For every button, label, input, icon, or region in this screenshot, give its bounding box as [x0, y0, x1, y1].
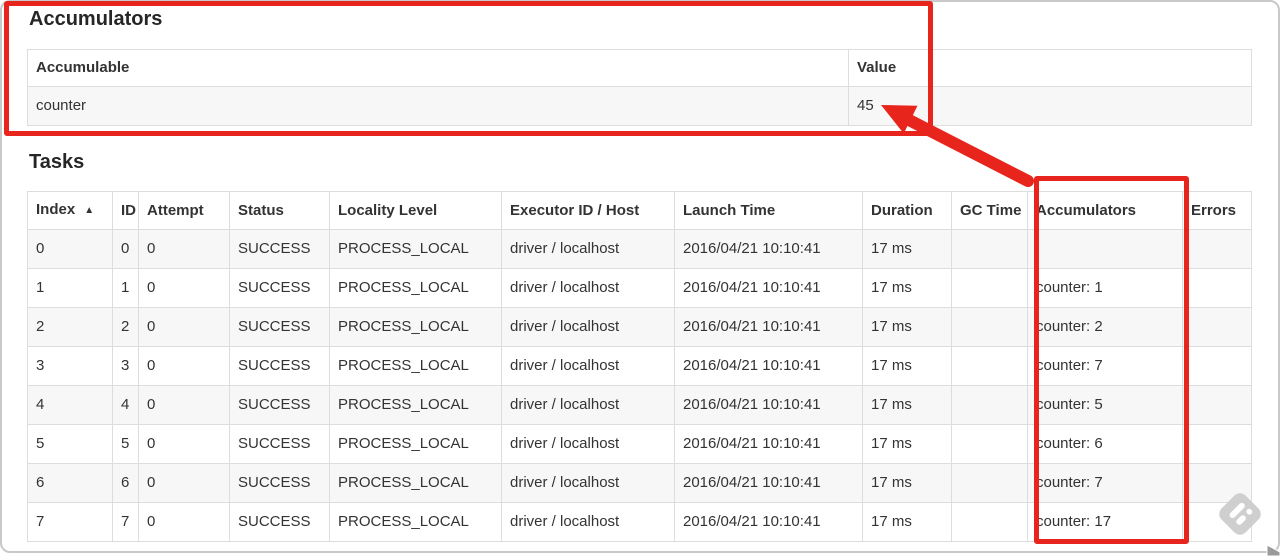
task-attempt-cell: 0	[138, 502, 230, 542]
task-launch-time-cell: 2016/04/21 10:10:41	[674, 502, 863, 542]
task-launch-time-cell: 2016/04/21 10:10:41	[674, 385, 863, 425]
task-duration-cell: 17 ms	[862, 307, 952, 347]
task-duration-cell: 17 ms	[862, 346, 952, 386]
task-launch-time-cell: 2016/04/21 10:10:41	[674, 268, 863, 308]
task-executor-cell: driver / localhost	[501, 424, 675, 464]
task-attempt-cell: 0	[138, 463, 230, 503]
task-attempt-cell: 0	[138, 307, 230, 347]
task-errors-cell	[1182, 346, 1252, 386]
annotation-box-accumulators-column	[1034, 176, 1189, 544]
task-launch-time-cell: 2016/04/21 10:10:41	[674, 229, 863, 269]
task-id-cell: 4	[112, 385, 139, 425]
task-index-cell: 2	[27, 307, 113, 347]
task-duration-cell: 17 ms	[862, 463, 952, 503]
task-gc-time-cell	[951, 502, 1028, 542]
task-id-cell: 5	[112, 424, 139, 464]
task-status-cell: SUCCESS	[229, 268, 330, 308]
locality-level-column-header[interactable]: Locality Level	[329, 191, 502, 230]
task-status-cell: SUCCESS	[229, 502, 330, 542]
task-status-cell: SUCCESS	[229, 463, 330, 503]
task-locality-cell: PROCESS_LOCAL	[329, 307, 502, 347]
index-header-label: Index	[36, 201, 76, 218]
task-executor-cell: driver / localhost	[501, 502, 675, 542]
task-locality-cell: PROCESS_LOCAL	[329, 268, 502, 308]
task-executor-cell: driver / localhost	[501, 307, 675, 347]
task-status-cell: SUCCESS	[229, 229, 330, 269]
task-duration-cell: 17 ms	[862, 268, 952, 308]
task-id-cell: 6	[112, 463, 139, 503]
task-attempt-cell: 0	[138, 385, 230, 425]
sort-ascending-icon: ▲	[84, 205, 95, 216]
tasks-section-title: Tasks	[29, 151, 85, 173]
task-executor-cell: driver / localhost	[501, 346, 675, 386]
task-attempt-cell: 0	[138, 268, 230, 308]
task-launch-time-cell: 2016/04/21 10:10:41	[674, 346, 863, 386]
task-index-cell: 3	[27, 346, 113, 386]
task-executor-cell: driver / localhost	[501, 268, 675, 308]
status-column-header[interactable]: Status	[229, 191, 330, 230]
task-index-cell: 4	[27, 385, 113, 425]
task-gc-time-cell	[951, 346, 1028, 386]
attempt-column-header[interactable]: Attempt	[138, 191, 230, 230]
task-id-cell: 1	[112, 268, 139, 308]
task-status-cell: SUCCESS	[229, 307, 330, 347]
executor-id-host-column-header[interactable]: Executor ID / Host	[501, 191, 675, 230]
task-launch-time-cell: 2016/04/21 10:10:41	[674, 307, 863, 347]
task-status-cell: SUCCESS	[229, 385, 330, 425]
task-index-cell: 7	[27, 502, 113, 542]
task-status-cell: SUCCESS	[229, 424, 330, 464]
task-attempt-cell: 0	[138, 229, 230, 269]
task-gc-time-cell	[951, 463, 1028, 503]
task-locality-cell: PROCESS_LOCAL	[329, 463, 502, 503]
task-index-cell: 6	[27, 463, 113, 503]
task-errors-cell	[1182, 385, 1252, 425]
task-duration-cell: 17 ms	[862, 385, 952, 425]
task-id-cell: 3	[112, 346, 139, 386]
index-column-header[interactable]: Index ▲	[27, 191, 113, 230]
task-duration-cell: 17 ms	[862, 502, 952, 542]
task-status-cell: SUCCESS	[229, 346, 330, 386]
task-attempt-cell: 0	[138, 424, 230, 464]
task-locality-cell: PROCESS_LOCAL	[329, 424, 502, 464]
annotation-tool-watermark-icon	[1219, 493, 1261, 535]
task-id-cell: 0	[112, 229, 139, 269]
task-attempt-cell: 0	[138, 346, 230, 386]
task-locality-cell: PROCESS_LOCAL	[329, 502, 502, 542]
task-id-cell: 7	[112, 502, 139, 542]
task-errors-cell	[1182, 307, 1252, 347]
task-errors-cell	[1182, 268, 1252, 308]
errors-column-header[interactable]: Errors	[1182, 191, 1252, 230]
task-executor-cell: driver / localhost	[501, 463, 675, 503]
task-gc-time-cell	[951, 424, 1028, 464]
task-id-cell: 2	[112, 307, 139, 347]
task-gc-time-cell	[951, 307, 1028, 347]
task-locality-cell: PROCESS_LOCAL	[329, 346, 502, 386]
task-errors-cell	[1182, 229, 1252, 269]
task-gc-time-cell	[951, 229, 1028, 269]
task-gc-time-cell	[951, 385, 1028, 425]
task-errors-cell	[1182, 424, 1252, 464]
task-executor-cell: driver / localhost	[501, 385, 675, 425]
task-launch-time-cell: 2016/04/21 10:10:41	[674, 463, 863, 503]
task-locality-cell: PROCESS_LOCAL	[329, 229, 502, 269]
duration-column-header[interactable]: Duration	[862, 191, 952, 230]
task-locality-cell: PROCESS_LOCAL	[329, 385, 502, 425]
task-duration-cell: 17 ms	[862, 229, 952, 269]
annotation-box-accumulators-summary	[4, 1, 933, 136]
spark-stage-detail-page: Accumulators Accumulable Value counter 4…	[0, 0, 1280, 556]
task-executor-cell: driver / localhost	[501, 229, 675, 269]
launch-time-column-header[interactable]: Launch Time	[674, 191, 863, 230]
task-duration-cell: 17 ms	[862, 424, 952, 464]
task-launch-time-cell: 2016/04/21 10:10:41	[674, 424, 863, 464]
id-column-header[interactable]: ID	[112, 191, 139, 230]
gc-time-column-header[interactable]: GC Time	[951, 191, 1028, 230]
task-gc-time-cell	[951, 268, 1028, 308]
task-index-cell: 0	[27, 229, 113, 269]
task-index-cell: 1	[27, 268, 113, 308]
task-index-cell: 5	[27, 424, 113, 464]
